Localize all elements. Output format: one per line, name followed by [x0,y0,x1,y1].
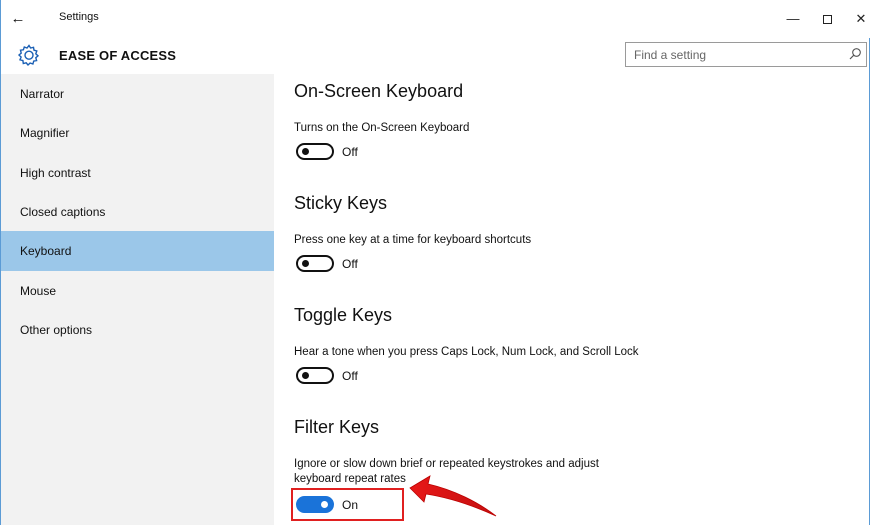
minimize-button[interactable]: — [778,10,808,28]
page-header: EASE OF ACCESS [1,38,870,74]
section-title-toggle-keys: Toggle Keys [294,305,393,325]
toggle-knob [302,372,309,379]
toggle-on-screen-keyboard[interactable] [296,143,334,160]
toggle-state-toggle-keys: Off [342,369,358,383]
toggle-knob [302,260,309,267]
search-input[interactable] [626,43,836,66]
sidebar-item-keyboard[interactable]: Keyboard [1,231,274,271]
search-icon[interactable] [848,47,862,61]
toggle-state-sticky-keys: Off [342,257,358,271]
sidebar-item-closed-captions[interactable]: Closed captions [1,192,274,232]
toggle-knob [302,148,309,155]
toggle-state-on-screen-keyboard: Off [342,145,358,159]
sidebar-item-magnifier[interactable]: Magnifier [1,113,274,153]
section-title-sticky-keys: Sticky Keys [294,193,388,213]
maximize-icon [822,15,832,25]
section-desc-toggle-keys: Hear a tone when you press Caps Lock, Nu… [294,346,639,358]
page-title: EASE OF ACCESS [59,48,177,63]
gear-icon [17,44,40,67]
section-desc-sticky-keys: Press one key at a time for keyboard sho… [294,234,532,246]
back-arrow-icon: ← [10,10,26,27]
toggle-sticky-keys[interactable] [296,255,334,272]
section-title-on-screen-keyboard: On-Screen Keyboard [294,81,464,101]
annotation-arrow-icon [409,475,497,517]
minimize-icon: — [786,11,800,26]
section-title-filter-keys: Filter Keys [294,417,380,437]
settings-window: ← Settings — ✕ EASE OF ACCESS Find a set… [0,0,870,525]
annotation-highlight-box [291,488,404,521]
toggle-toggle-keys[interactable] [296,367,334,384]
sidebar: Narrator Magnifier High contrast Closed … [1,74,274,525]
window-title: Settings [59,11,99,23]
sidebar-item-mouse[interactable]: Mouse [1,271,274,311]
close-button[interactable]: ✕ [846,10,870,28]
sidebar-item-high-contrast[interactable]: High contrast [1,153,274,193]
main-content: On-Screen Keyboard Turns on the On-Scree… [274,74,870,525]
maximize-button[interactable] [812,10,842,28]
sidebar-item-other-options[interactable]: Other options [1,310,274,350]
back-button[interactable]: ← [7,9,29,29]
close-icon: ✕ [855,11,867,26]
section-desc-on-screen-keyboard: Turns on the On-Screen Keyboard [294,122,470,134]
sidebar-item-narrator[interactable]: Narrator [1,74,274,114]
search-box[interactable] [625,42,867,67]
title-bar: ← Settings — ✕ [1,0,870,38]
